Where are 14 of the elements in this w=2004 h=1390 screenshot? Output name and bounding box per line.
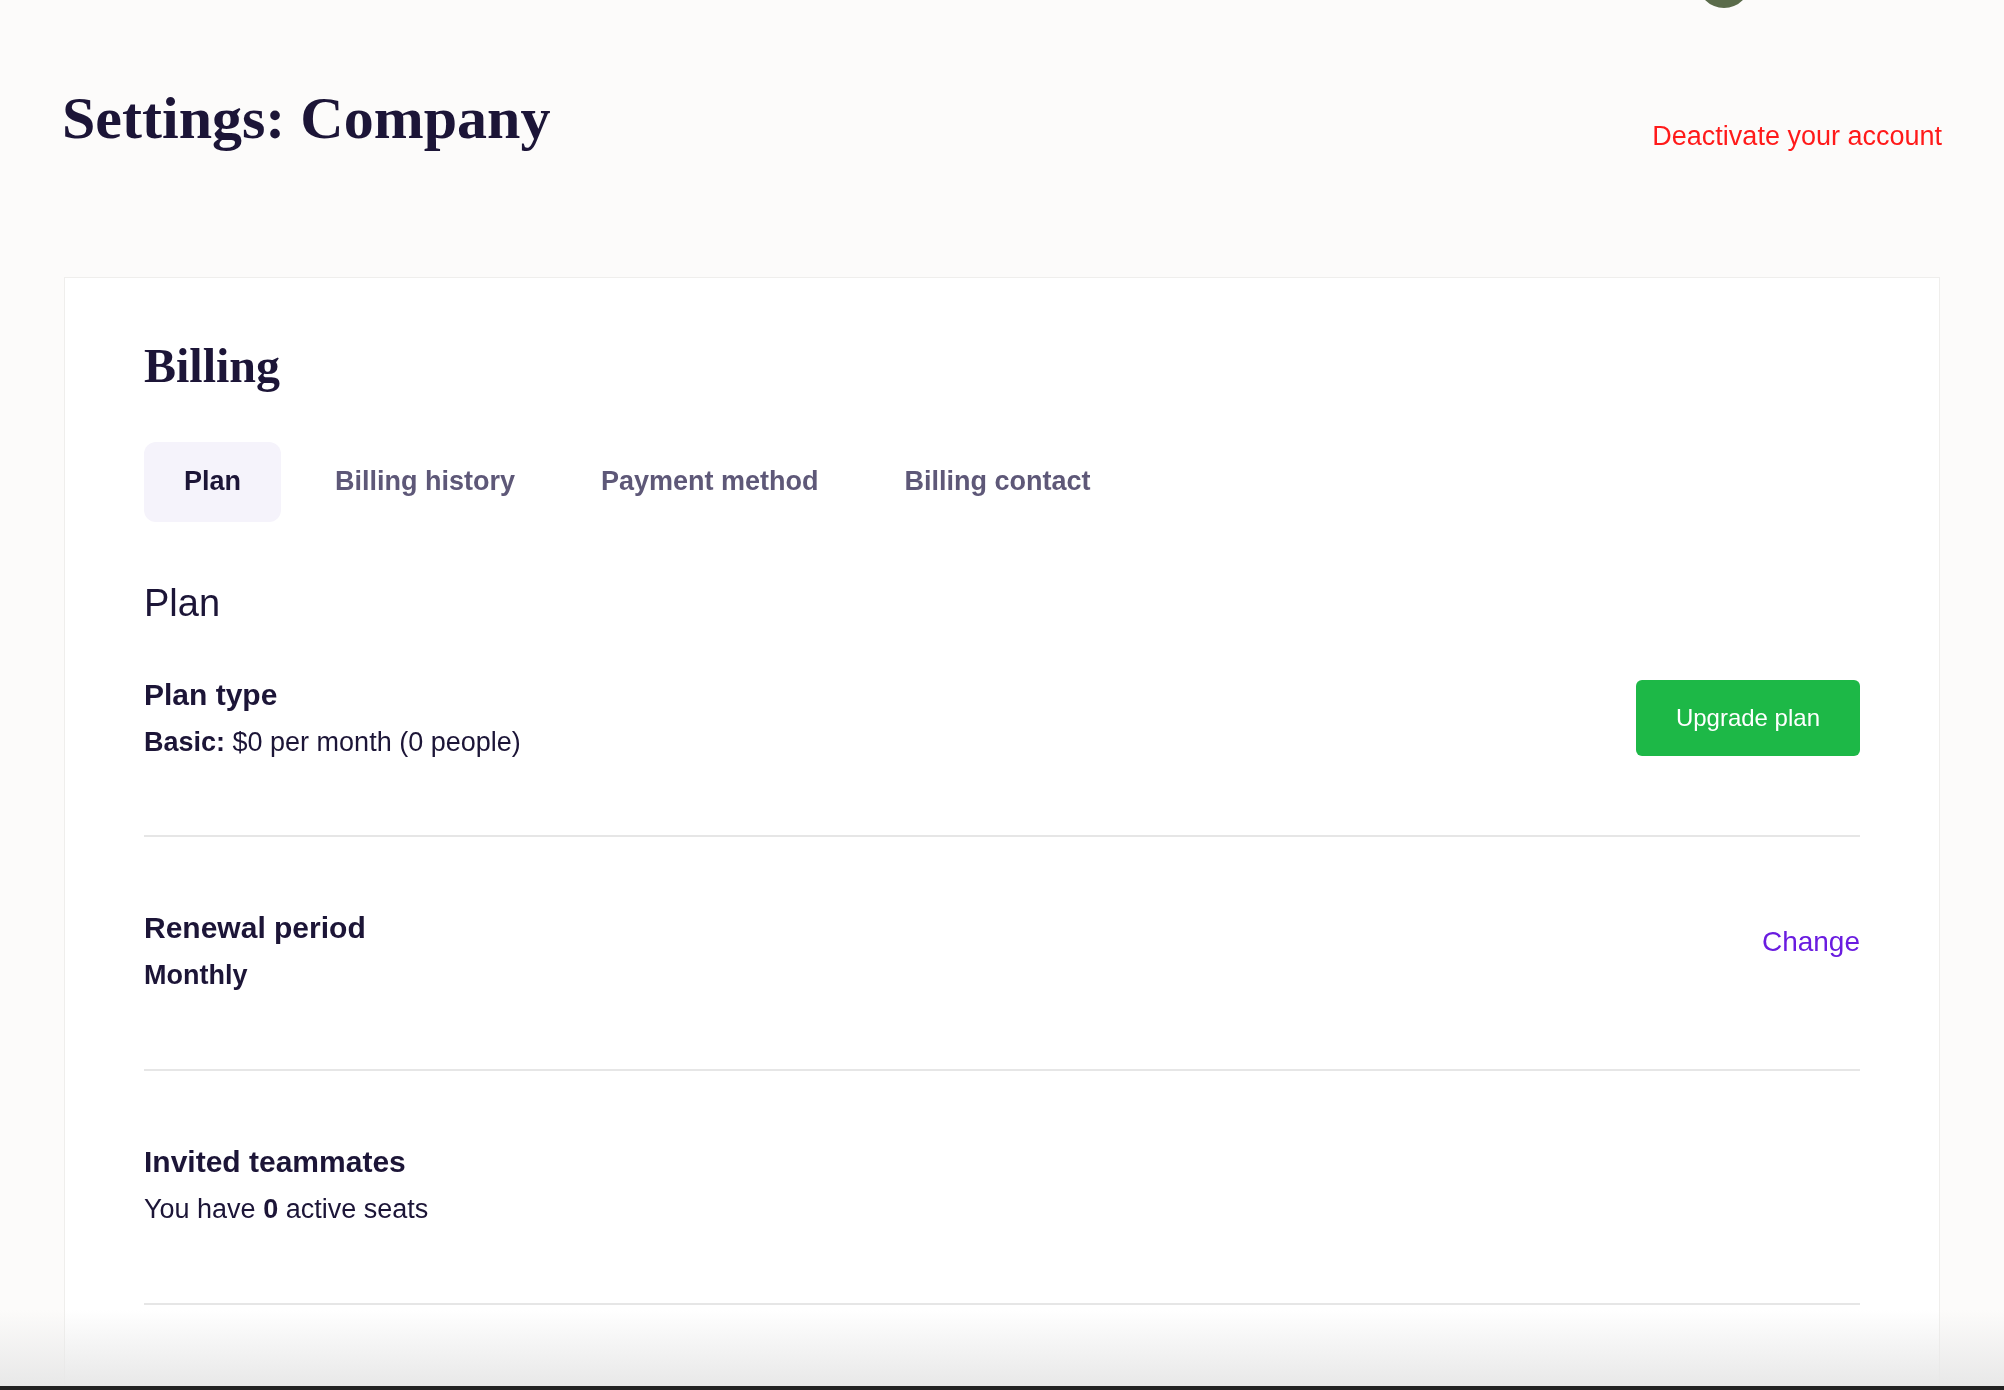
billing-tab[interactable]: Payment method xyxy=(569,441,851,522)
section-title: Plan xyxy=(144,583,222,622)
row-value: Monthly xyxy=(144,959,249,993)
row-value: Basic: $0 per month (0 people) xyxy=(144,725,521,759)
row-label: Renewal period xyxy=(144,913,366,944)
billing-heading: Billing xyxy=(144,341,282,390)
row-label: Invited teammates xyxy=(144,1147,407,1177)
billing-tab[interactable]: Plan xyxy=(144,441,282,522)
billing-tab[interactable]: Billing history xyxy=(303,441,548,522)
row-label: Plan type xyxy=(144,679,279,710)
change-link[interactable]: Change xyxy=(1761,921,1860,964)
row-value: You have 0 active seats xyxy=(144,1193,429,1226)
deactivate-account-link[interactable]: Deactivate your account xyxy=(1652,116,1942,157)
billing-tab[interactable]: Billing contact xyxy=(872,441,1123,522)
